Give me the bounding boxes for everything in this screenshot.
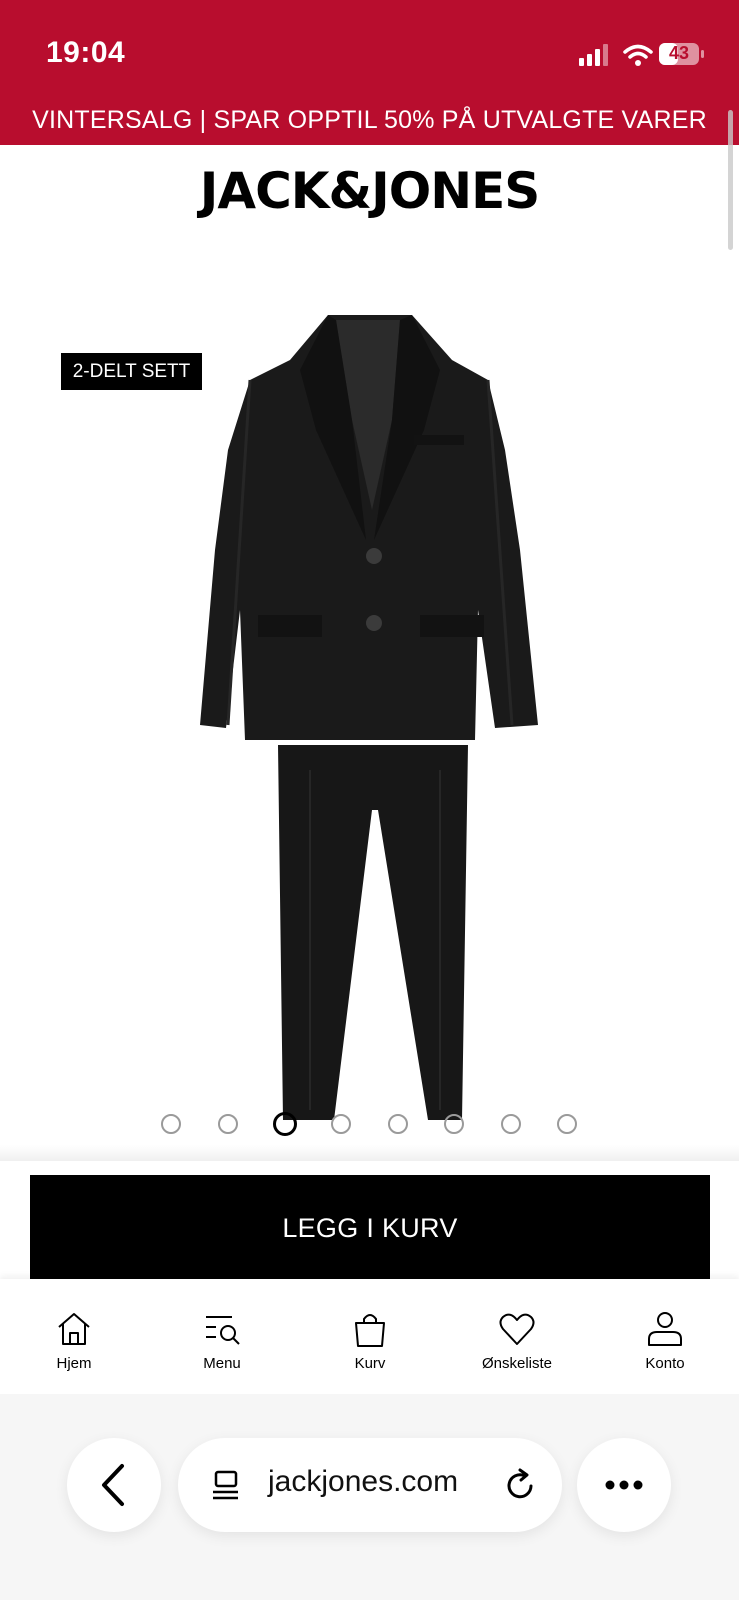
status-bar: 19:04 43 bbox=[0, 0, 739, 103]
nav-label-menu: Menu bbox=[203, 1355, 241, 1372]
add-to-cart-button[interactable]: LEGG I KURV bbox=[30, 1175, 710, 1279]
carousel-dot[interactable] bbox=[161, 1114, 181, 1134]
user-icon bbox=[648, 1312, 682, 1346]
carousel-dot[interactable] bbox=[501, 1114, 521, 1134]
brand-logo[interactable]: JACK&JONES bbox=[0, 162, 739, 220]
carousel-dot[interactable] bbox=[218, 1114, 238, 1134]
nav-item-home[interactable]: Hjem bbox=[4, 1309, 144, 1372]
browser-address-bar[interactable]: jackjones.com bbox=[178, 1438, 562, 1532]
home-icon bbox=[58, 1313, 90, 1345]
browser-back-button[interactable] bbox=[67, 1438, 161, 1532]
carousel-dot[interactable] bbox=[331, 1114, 351, 1134]
ellipsis-icon bbox=[605, 1480, 643, 1490]
nav-label-cart: Kurv bbox=[354, 1355, 386, 1372]
bottom-nav: Hjem Menu Kurv Ønskeliste Konto bbox=[0, 1279, 739, 1394]
section-divider bbox=[0, 1145, 739, 1161]
reader-icon bbox=[213, 1470, 238, 1500]
nav-label-account: Konto bbox=[645, 1355, 685, 1372]
browser-more-button[interactable] bbox=[577, 1438, 671, 1532]
status-time: 19:04 bbox=[46, 36, 126, 69]
status-icons: 43 bbox=[579, 40, 709, 68]
carousel-dot[interactable] bbox=[388, 1114, 408, 1134]
promo-banner[interactable]: VINTERSALG | SPAR OPPTIL 50% PÅ UTVALGTE… bbox=[0, 103, 739, 145]
menu-search-icon bbox=[206, 1316, 240, 1345]
nav-item-cart[interactable]: Kurv bbox=[300, 1309, 440, 1372]
heart-icon bbox=[499, 1313, 535, 1345]
reload-icon[interactable] bbox=[500, 1466, 540, 1506]
carousel-dots bbox=[0, 1112, 739, 1138]
nav-label-wishlist: Ønskeliste bbox=[481, 1355, 553, 1372]
nav-item-account[interactable]: Konto bbox=[595, 1309, 735, 1372]
carousel-dot[interactable] bbox=[557, 1114, 577, 1134]
nav-item-wishlist[interactable]: Ønskeliste bbox=[447, 1309, 587, 1372]
url-text: jackjones.com bbox=[268, 1465, 459, 1498]
bag-icon bbox=[355, 1314, 385, 1347]
nav-label-home: Hjem bbox=[56, 1355, 92, 1372]
browser-toolbar: jackjones.com bbox=[0, 1394, 739, 1600]
set-badge: 2-DELT SETT bbox=[61, 353, 202, 390]
carousel-dot-active[interactable] bbox=[273, 1112, 297, 1136]
carousel-dot[interactable] bbox=[444, 1114, 464, 1134]
nav-item-menu[interactable]: Menu bbox=[152, 1309, 292, 1372]
chevron-left-icon bbox=[102, 1464, 124, 1506]
battery-percent: 43 bbox=[668, 43, 690, 63]
